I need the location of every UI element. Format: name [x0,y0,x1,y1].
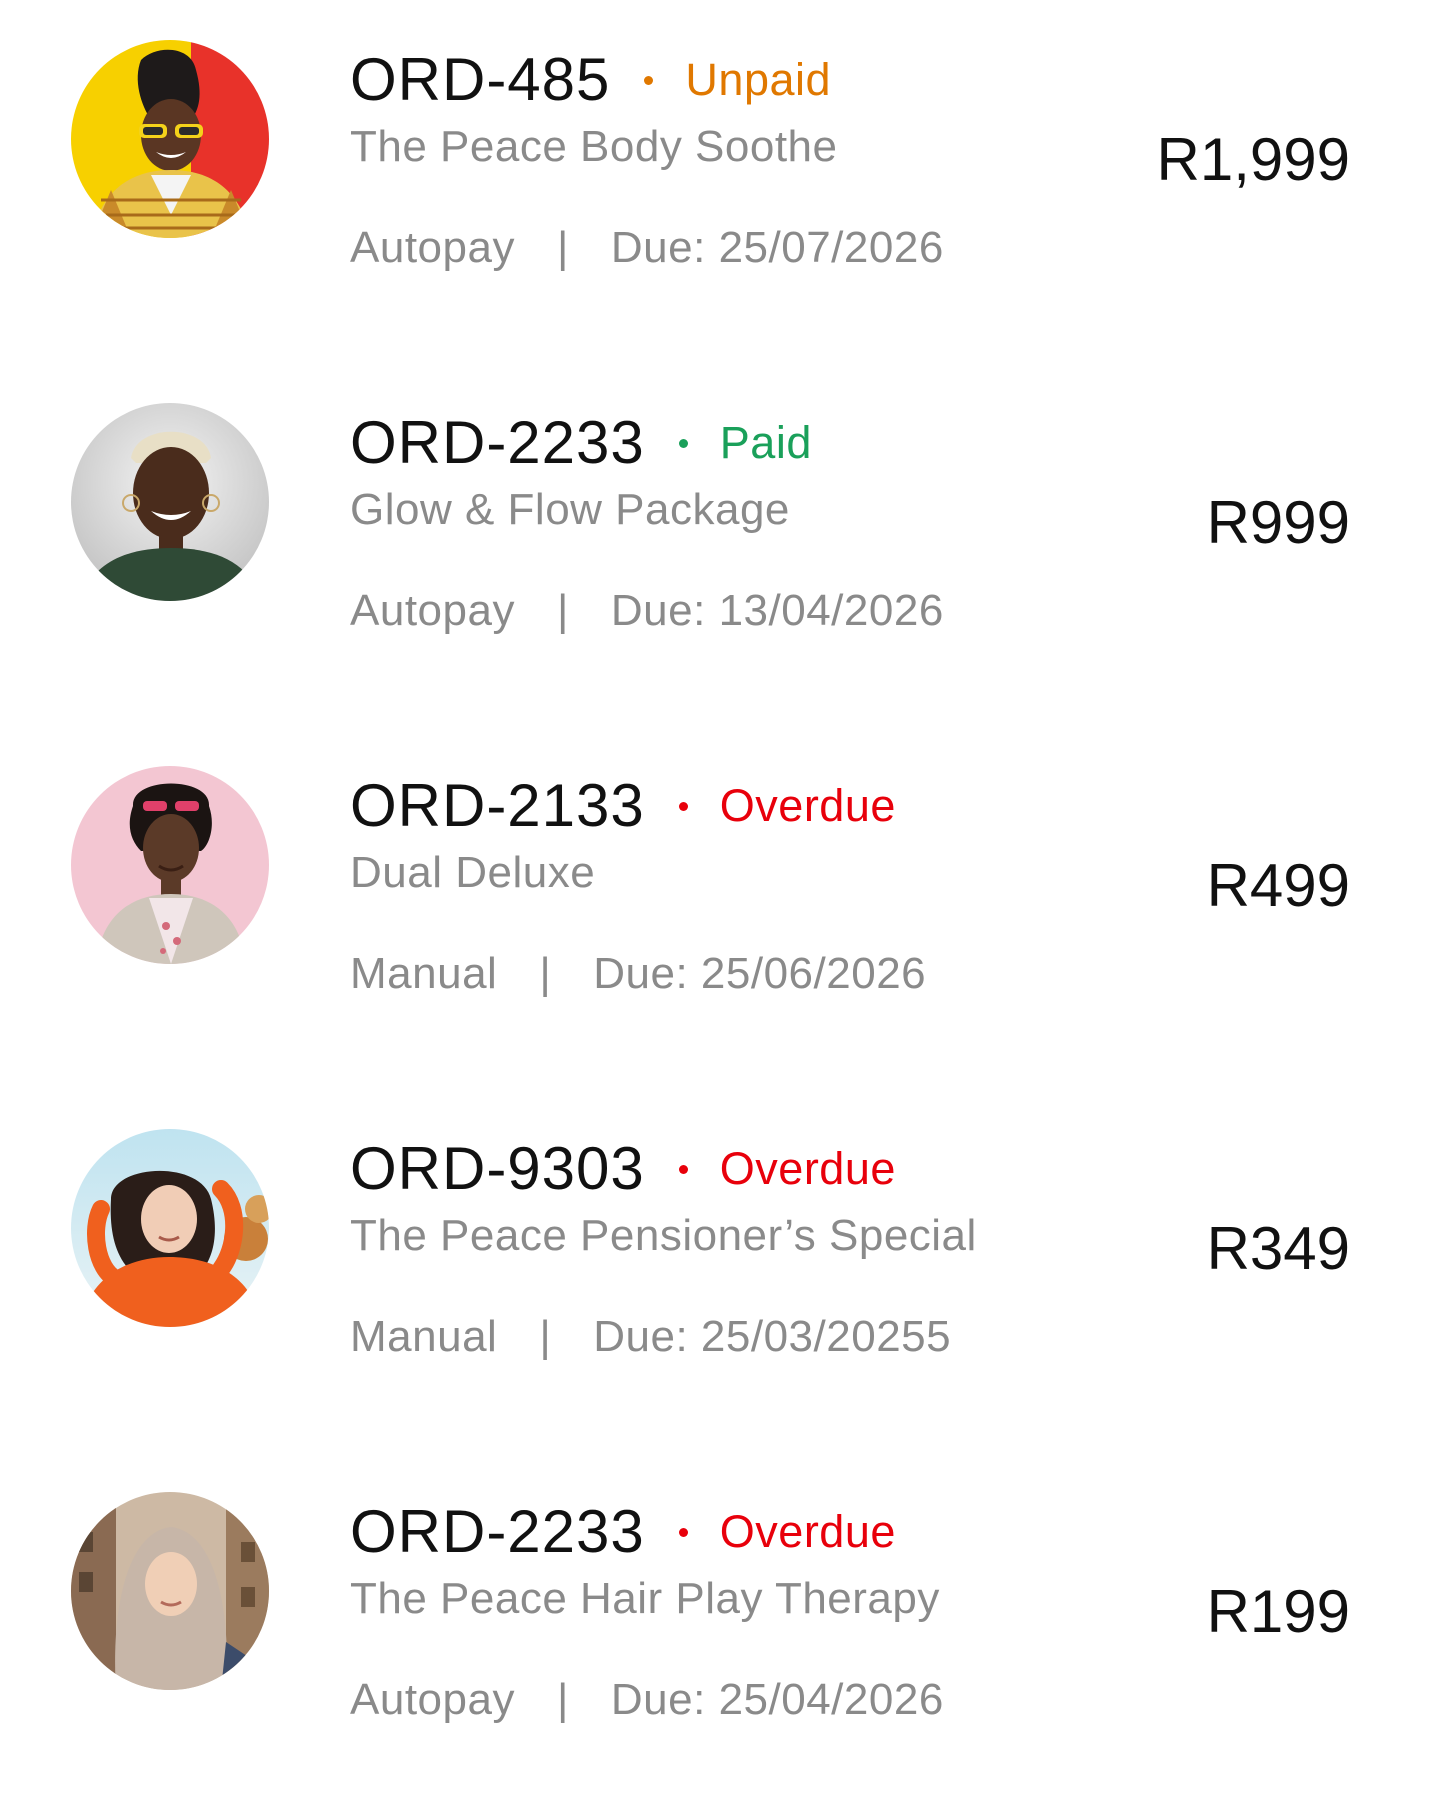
avatar-photo [71,766,269,964]
order-amount: R199 [1206,1578,1350,1645]
status-badge: Paid [719,417,812,468]
order-row[interactable]: ORD-2233 Paid Glow & Flow Package Autopa… [0,363,1444,726]
payment-type: Autopay [350,586,515,635]
meta-separator: | [556,1675,569,1724]
meta-separator: | [539,949,552,998]
order-id-text: ORD-9303 [350,1135,645,1202]
status-badge: Overdue [719,1506,896,1557]
avatar-photo [71,1492,269,1690]
order-id: ORD-2133 Overdue [350,766,896,846]
payment-meta: Autopay | Due: 25/07/2026 [350,221,944,275]
package-name: The Peace Body Soothe [350,122,838,171]
due-date: Due: 25/03/20255 [593,1312,952,1361]
avatar-photo [71,1129,269,1327]
status-dot [678,438,688,448]
due-date: Due: 25/04/2026 [610,1675,944,1724]
customer-avatar [71,766,269,964]
order-id: ORD-9303 Overdue [350,1129,896,1209]
order-list: ORD-485 Unpaid The Peace Body Soothe Aut… [0,0,1444,1792]
order-id: ORD-485 Unpaid [350,40,831,120]
customer-avatar [71,1492,269,1690]
package-name: The Peace Pensioner’s Special [350,1211,977,1260]
payment-meta: Manual | Due: 25/03/20255 [350,1310,951,1364]
due-date: Due: 25/07/2026 [610,223,944,272]
payment-meta: Autopay | Due: 13/04/2026 [350,584,944,638]
status-dot [644,75,654,85]
payment-type: Autopay [350,1675,515,1724]
status-badge: Unpaid [685,54,832,105]
order-id-text: ORD-2233 [350,1498,645,1565]
order-row[interactable]: ORD-2233 Overdue The Peace Hair Play The… [0,1452,1444,1815]
status-dot [678,1164,688,1174]
customer-avatar [71,403,269,601]
status-dot [678,1527,688,1537]
package-name: The Peace Hair Play Therapy [350,1574,940,1623]
avatar-photo [71,403,269,601]
due-date: Due: 25/06/2026 [593,949,927,998]
payment-type: Manual [350,949,498,998]
package-name: Dual Deluxe [350,848,596,897]
order-id-text: ORD-2133 [350,772,645,839]
payment-meta: Manual | Due: 25/06/2026 [350,947,926,1001]
payment-type: Manual [350,1312,498,1361]
order-row[interactable]: ORD-485 Unpaid The Peace Body Soothe Aut… [0,0,1444,363]
order-id-text: ORD-485 [350,46,611,113]
package-name: Glow & Flow Package [350,485,790,534]
status-dot [678,801,688,811]
order-row[interactable]: ORD-2133 Overdue Dual Deluxe Manual | Due:… [0,726,1444,1089]
status-badge: Overdue [719,1143,896,1194]
meta-separator: | [556,586,569,635]
order-id-text: ORD-2233 [350,409,645,476]
status-badge: Overdue [719,780,896,831]
customer-avatar [71,40,269,238]
customer-avatar [71,1129,269,1327]
avatar-photo [71,40,269,238]
order-amount: R499 [1206,852,1350,919]
order-id: ORD-2233 Paid [350,403,812,483]
order-amount: R999 [1206,489,1350,556]
order-id: ORD-2233 Overdue [350,1492,896,1572]
meta-separator: | [556,223,569,272]
order-amount: R1,999 [1156,126,1350,193]
order-row[interactable]: ORD-9303 Overdue The Peace Pensioner’s S… [0,1089,1444,1452]
payment-type: Autopay [350,223,515,272]
payment-meta: Autopay | Due: 25/04/2026 [350,1673,944,1727]
meta-separator: | [539,1312,552,1361]
due-date: Due: 13/04/2026 [610,586,944,635]
order-amount: R349 [1206,1215,1350,1282]
